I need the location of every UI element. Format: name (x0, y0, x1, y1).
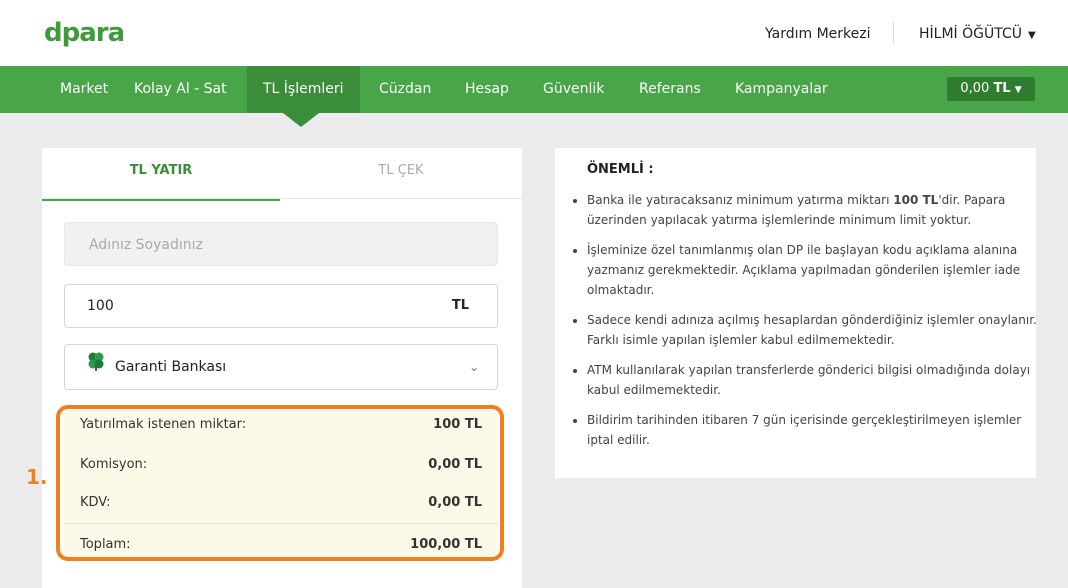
chevron-down-icon: ⌄ (468, 360, 479, 374)
tab-tl-cek[interactable]: TL ÇEK (282, 148, 520, 198)
tab-divider (42, 198, 522, 199)
help-center-link[interactable]: Yardım Merkezi (765, 26, 871, 42)
nav-referans[interactable]: Referans (639, 66, 701, 113)
balance-currency: TL (993, 81, 1011, 96)
annotation-highlight-box (56, 405, 504, 561)
nav-cuzdan[interactable]: Cüzdan (379, 66, 431, 113)
nav-guvenlik[interactable]: Güvenlik (543, 66, 604, 113)
top-header: dpara Yardım Merkezi HİLMİ ÖĞÜTCÜ ▼ (0, 0, 1068, 66)
list-item: İşleminize özel tanımlanmış olan DP ile … (587, 240, 1037, 300)
bank-name: Garanti Bankası (115, 359, 227, 375)
amount-input[interactable]: 100 TL (64, 284, 498, 328)
nav-kampanyalar[interactable]: Kampanyalar (735, 66, 828, 113)
chevron-down-icon: ▼ (1027, 30, 1036, 41)
list-item: Banka ile yatıracaksanız minimum yatırma… (587, 190, 1037, 230)
nav-hesap[interactable]: Hesap (465, 66, 509, 113)
balance-amount: 0,00 (960, 81, 990, 96)
user-name: HİLMİ ÖĞÜTCÜ (919, 26, 1022, 42)
nav-kolay-al-sat[interactable]: Kolay Al - Sat (134, 66, 227, 113)
important-info-panel: ÖNEMLİ : Banka ile yatıracaksanız minimu… (555, 148, 1037, 478)
tab-tl-yatir[interactable]: TL YATIR (42, 148, 280, 201)
amount-currency: TL (451, 298, 469, 313)
main-nav: Market Kolay Al - Sat TL İşlemleri Cüzda… (0, 66, 1068, 113)
list-item: Sadece kendi adınıza açılmış hesaplardan… (587, 310, 1037, 350)
active-nav-pointer (283, 113, 319, 127)
info-title: ÖNEMLİ : (587, 162, 654, 177)
balance-dropdown[interactable]: 0,00 TL ▼ (947, 77, 1035, 101)
chevron-down-icon: ▼ (1014, 85, 1022, 95)
header-divider (893, 22, 894, 44)
list-item: ATM kullanılarak yapılan transferlerde g… (587, 360, 1037, 400)
dpara-logo[interactable]: dpara (44, 18, 125, 48)
list-item: Bildirim tarihinden itibaren 7 gün içeri… (587, 410, 1037, 450)
bank-select[interactable]: Garanti Bankası ⌄ (64, 344, 498, 390)
annotation-step-number: 1. (26, 465, 48, 489)
nav-market[interactable]: Market (60, 66, 108, 113)
user-menu[interactable]: HİLMİ ÖĞÜTCÜ ▼ (919, 26, 1036, 42)
name-field[interactable]: Adınız Soyadınız (64, 222, 498, 266)
info-list: Banka ile yatıracaksanız minimum yatırma… (569, 190, 1037, 460)
garanti-clover-icon (87, 345, 105, 389)
nav-tl-islemleri[interactable]: TL İşlemleri (247, 66, 360, 113)
amount-value: 100 (87, 298, 114, 314)
